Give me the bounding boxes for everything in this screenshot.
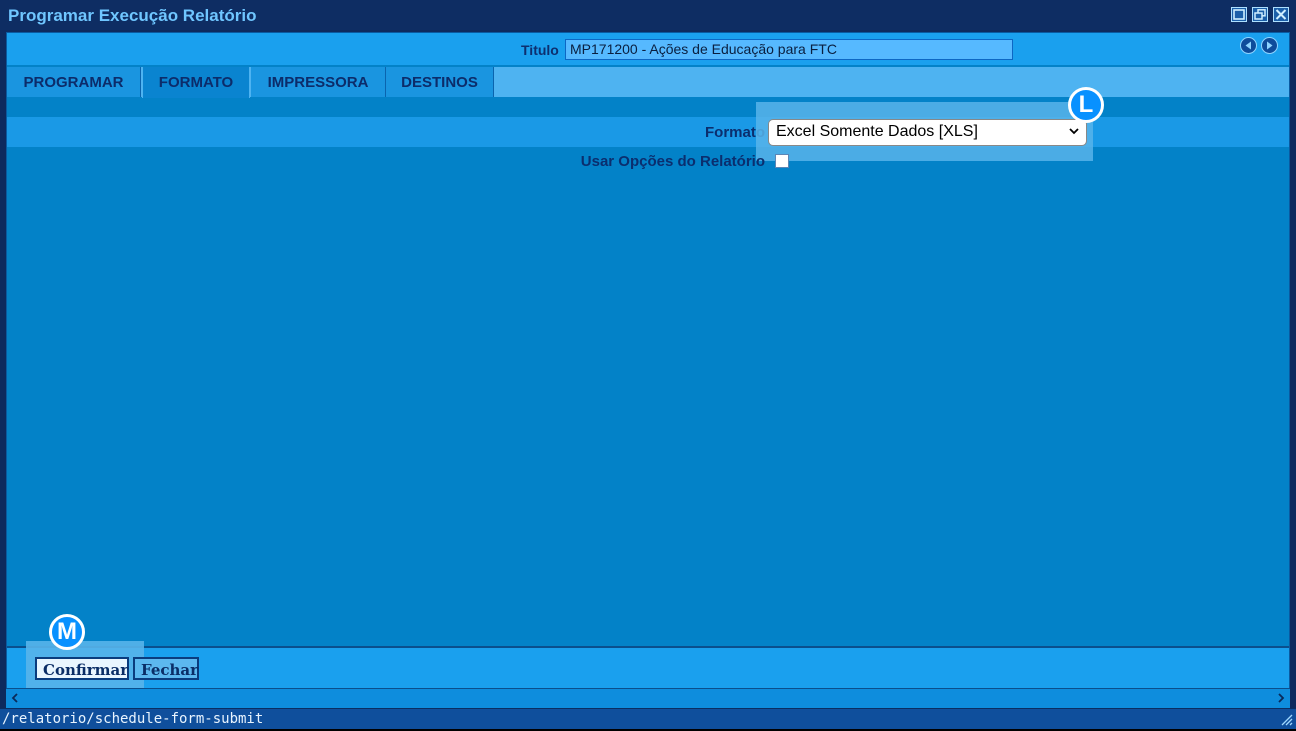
formato-label: Formato [705, 124, 765, 141]
status-bar: /relatorio/schedule-form-submit [0, 708, 1296, 729]
nav-next-icon[interactable] [1261, 37, 1278, 54]
titulo-label: Titulo [521, 42, 559, 58]
scroll-right-icon[interactable] [1276, 690, 1286, 709]
title-bar[interactable]: Programar Execução Relatório [0, 0, 1296, 30]
usar-opcoes-label: Usar Opções do Relatório [580, 153, 765, 170]
usar-opcoes-checkbox[interactable] [775, 154, 789, 168]
button-bar [7, 646, 1289, 688]
tab-impressora[interactable]: IMPRESSORA [251, 67, 386, 97]
window-title: Programar Execução Relatório [8, 6, 257, 25]
close-button[interactable]: Fechar [133, 657, 199, 680]
callout-badge-select: L [1068, 87, 1104, 123]
status-url: /relatorio/schedule-form-submit [2, 711, 264, 727]
dialog-body: Titulo MP171200 - Ações de Educação para… [6, 32, 1290, 692]
tab-formato[interactable]: FORMATO [142, 67, 250, 98]
resize-grip-icon[interactable] [1279, 712, 1293, 731]
restore-icon[interactable] [1252, 7, 1268, 22]
close-icon[interactable] [1273, 7, 1289, 22]
title-band: Titulo MP171200 - Ações de Educação para… [7, 33, 1289, 65]
formato-select[interactable]: Excel Somente Dados [XLS] [768, 119, 1087, 146]
scroll-left-icon[interactable] [10, 690, 20, 709]
dialog-window: Programar Execução Relatório Titulo MP17… [0, 0, 1296, 729]
nav-prev-icon[interactable] [1240, 37, 1257, 54]
confirm-button[interactable]: Confirmar [35, 657, 129, 680]
formato-select-value: Excel Somente Dados [XLS] [776, 123, 978, 140]
callout-badge-buttons: M [49, 614, 85, 650]
maximize-icon[interactable] [1231, 7, 1247, 22]
chevron-down-icon [1068, 123, 1080, 142]
tab-programar[interactable]: PROGRAMAR [7, 67, 141, 97]
tab-destinos[interactable]: DESTINOS [386, 67, 494, 97]
titulo-field[interactable]: MP171200 - Ações de Educação para FTC [565, 39, 1013, 60]
horizontal-scrollbar[interactable] [6, 688, 1290, 708]
